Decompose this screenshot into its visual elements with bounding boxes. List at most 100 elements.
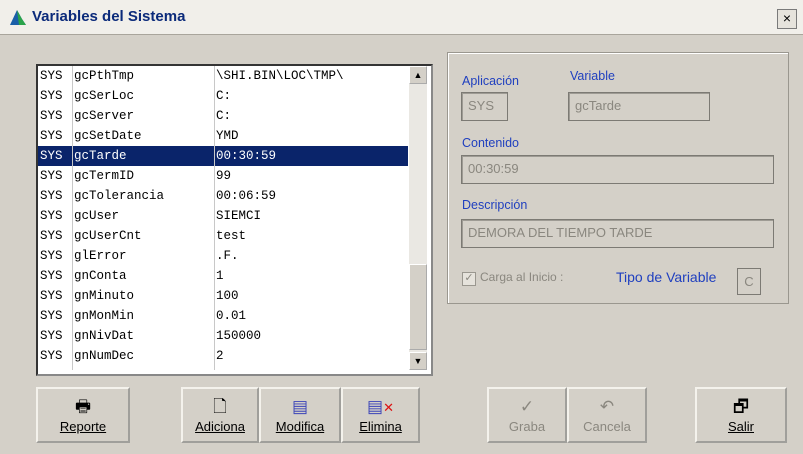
reporte-button-label: Reporte [59,419,107,434]
list-row[interactable]: SYS gcSetDate YMD [38,126,408,146]
close-button[interactable]: × [777,9,797,29]
elimina-button-label: Elimina [359,419,402,434]
graba-button-label: Graba [508,419,546,434]
list-row[interactable]: SYS gcTarde 00:30:59 [38,146,408,166]
carga-inicio-label: Carga al Inicio : [480,270,564,284]
list-scrollbar[interactable]: ▲ ▼ [409,66,427,370]
app-cell: SYS [40,209,63,223]
variable-cell: gcUserCnt [74,229,142,243]
app-cell: SYS [40,169,63,183]
value-cell: .F. [216,249,239,263]
variable-cell: gcPthTmp [74,69,135,83]
app-cell: SYS [40,349,63,363]
variable-cell: glError [74,249,127,263]
value-cell: 100 [216,289,239,303]
tipo-variable-label: Tipo de Variable [616,269,717,285]
checkmark-icon: ✓ [519,397,535,416]
descripcion-field[interactable]: DEMORA DEL TIEMPO TARDE [461,219,774,248]
value-cell: YMD [216,129,239,143]
variable-cell: gnMinuto [74,289,135,303]
app-cell: SYS [40,269,63,283]
app-cell: SYS [40,89,63,103]
variables-list-rows[interactable]: SYS gcPthTmp \SHI.BIN\LOC\TMP\ SYS gcSerLoc C… [38,66,408,370]
app-cell: SYS [40,189,63,203]
variable-cell: gnNumDec [74,349,135,363]
value-cell: 150000 [216,329,262,343]
value-cell: SIEMCI [216,209,262,223]
list-row[interactable]: SYS gcUserCnt test [38,226,408,246]
value-cell: 00:06:59 [216,189,277,203]
aplicacion-label: Aplicación [462,74,519,88]
variable-cell: gnMonMin [74,309,135,323]
app-cell: SYS [40,329,63,343]
list-row[interactable]: SYS gcSerLoc C: [38,86,408,106]
variable-cell: gcTermID [74,169,135,183]
modifica-button-label: Modifica [275,419,325,434]
window-title: Variables del Sistema [32,8,186,25]
value-cell: 00:30:59 [216,149,277,163]
app-cell: SYS [40,289,63,303]
contenido-field[interactable]: 00:30:59 [461,155,774,184]
modifica-button[interactable]: ▤ Modifica [259,387,341,443]
list-row[interactable]: SYS glError .F. [38,246,408,266]
scroll-down-button[interactable]: ▼ [409,352,427,370]
list-row[interactable]: SYS gnNivDat 150000 [38,326,408,346]
carga-inicio-checkbox[interactable]: ✓ [462,272,476,286]
cancela-button[interactable]: ↶ Cancela [567,387,647,443]
aplicacion-field[interactable]: SYS [461,92,508,121]
value-cell: 2 [216,349,224,363]
app-cell: SYS [40,249,63,263]
value-cell: \SHI.BIN\LOC\TMP\ [216,69,344,83]
scroll-up-button[interactable]: ▲ [409,66,427,84]
exit-door-icon: 🗗 [733,397,749,416]
delete-document-icon: ▤✕ [367,397,394,416]
edit-document-icon: ▤ [291,397,309,416]
new-document-icon: 🗋 [213,397,227,416]
graba-button[interactable]: ✓ Graba [487,387,567,443]
value-cell: 99 [216,169,232,183]
variable-cell: gcTolerancia [74,189,165,203]
list-row[interactable]: SYS gcTolerancia 00:06:59 [38,186,408,206]
descripcion-label: Descripción [462,198,528,212]
list-row[interactable]: SYS gnMonMin 0.01 [38,306,408,326]
salir-button-label: Salir [727,419,754,434]
app-logo-icon [10,10,26,25]
value-cell: C: [216,109,232,123]
reporte-button[interactable]: 🖶 Reporte [36,387,130,443]
adiciona-button[interactable]: 🗋 Adiciona [181,387,259,443]
app-cell: SYS [40,309,63,323]
app-cell: SYS [40,69,63,83]
app-cell: SYS [40,229,63,243]
adiciona-button-label: Adiciona [195,419,245,434]
title-bar[interactable]: Variables del Sistema × [0,0,803,35]
app-cell: SYS [40,149,63,163]
list-row[interactable]: SYS gnConta 1 [38,266,408,286]
list-row[interactable]: SYS gcTermID 99 [38,166,408,186]
variable-cell: gcSerLoc [74,89,135,103]
list-row[interactable]: SYS gcPthTmp \SHI.BIN\LOC\TMP\ [38,66,408,86]
variable-cell: gcTarde [74,149,127,163]
variables-window: Variables del Sistema × SYS gcPthTmp \SHI.… [0,0,803,454]
printer-icon: 🖶 [74,397,92,416]
variable-cell: gnConta [74,269,127,283]
list-row[interactable]: SYS gnNumDec 2 [38,346,408,366]
variable-field[interactable]: gcTarde [568,92,710,121]
list-row[interactable]: SYS gnMinuto 100 [38,286,408,306]
app-cell: SYS [40,109,63,123]
value-cell: C: [216,89,232,103]
value-cell: test [216,229,247,243]
salir-button[interactable]: 🗗 Salir [695,387,787,443]
list-row[interactable]: SYS gcServer C: [38,106,408,126]
contenido-label: Contenido [462,136,519,150]
variable-cell: gnNivDat [74,329,135,343]
variable-cell: gcUser [74,209,120,223]
scroll-thumb[interactable] [409,264,427,350]
value-cell: 0.01 [216,309,247,323]
column-divider [214,66,215,370]
variables-list[interactable]: SYS gcPthTmp \SHI.BIN\LOC\TMP\ SYS gcSerLoc C… [36,64,433,376]
tipo-variable-field[interactable]: C [737,268,761,295]
column-divider [72,66,73,370]
undo-icon: ↶ [599,397,615,416]
list-row[interactable]: SYS gcUser SIEMCI [38,206,408,226]
elimina-button[interactable]: ▤✕ Elimina [341,387,420,443]
